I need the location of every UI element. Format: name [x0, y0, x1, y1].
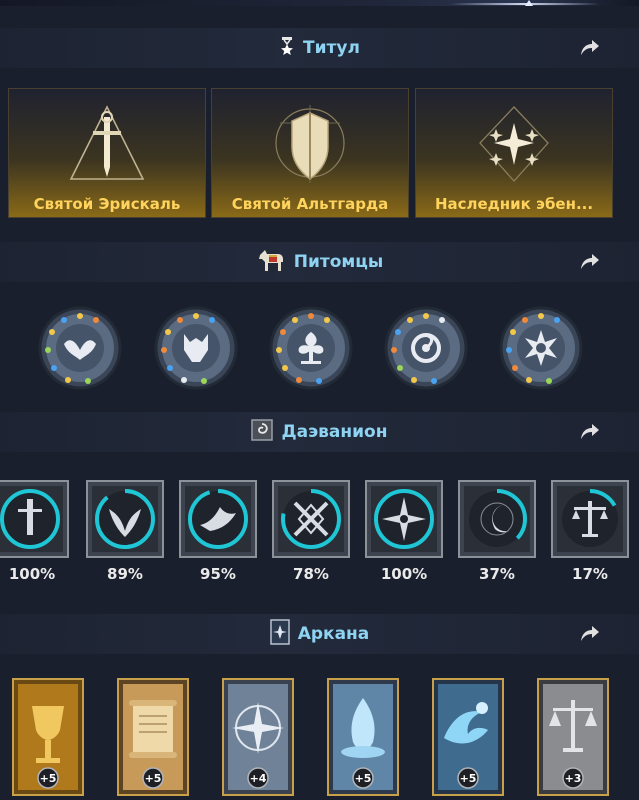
card-icon: [269, 619, 290, 649]
wave-card-icon: +5: [432, 678, 504, 796]
arcana-card[interactable]: +5: [117, 678, 189, 796]
bird-rune-icon: [179, 480, 257, 558]
sun-emblem-icon: [499, 306, 583, 390]
daevanion-slot[interactable]: [271, 479, 351, 559]
scroll-card-icon: +5: [117, 678, 189, 796]
title-card[interactable]: Наследник эбен...: [415, 88, 613, 218]
pet-slot[interactable]: [38, 306, 122, 390]
section-title: Титул: [303, 38, 360, 58]
title-section-header: Титул: [0, 28, 639, 68]
daevanion-slot[interactable]: [0, 479, 70, 559]
pet-slot[interactable]: [269, 306, 353, 390]
arcana-badge: +5: [355, 772, 372, 785]
cross-star-rune-icon: [365, 480, 443, 558]
daevanion-slot[interactable]: [457, 479, 537, 559]
tree-emblem-icon: [269, 306, 353, 390]
daevanion-percent: 95%: [200, 565, 236, 583]
daevanion-slot[interactable]: [178, 479, 258, 559]
arcana-card[interactable]: +5: [12, 678, 84, 796]
title-card[interactable]: Святой Эрискаль: [8, 88, 206, 218]
crossed-swords-rune-icon: [272, 480, 350, 558]
daevanion-rune-icon: [251, 419, 274, 445]
title-label: Святой Эрискаль: [33, 195, 181, 213]
title-label: Наследник эбен...: [434, 195, 594, 213]
title-card[interactable]: Святой Альтгарда: [211, 88, 409, 218]
top-divider: [0, 0, 639, 6]
scales-rune-icon: [551, 480, 629, 558]
daevanion-section-header: Даэванион: [0, 412, 639, 452]
share-icon[interactable]: [579, 624, 601, 644]
arcana-badge: +5: [40, 772, 57, 785]
daevanion-percent: 78%: [293, 565, 329, 583]
arcana-card[interactable]: +5: [327, 678, 399, 796]
scales-card-icon: +3: [537, 678, 609, 796]
wings-emblem-icon: [38, 306, 122, 390]
section-title: Аркана: [297, 624, 370, 644]
crystal-card-icon: +5: [327, 678, 399, 796]
swirl-emblem-icon: [384, 306, 468, 390]
star-diamond-icon: [474, 103, 554, 189]
wings-rune-icon: [86, 480, 164, 558]
compass-card-icon: +4: [222, 678, 294, 796]
daevanion-percent: 89%: [107, 565, 143, 583]
pet-slot[interactable]: [384, 306, 468, 390]
daevanion-slot[interactable]: [550, 479, 630, 559]
arcana-badge: +3: [565, 772, 582, 785]
arcana-card[interactable]: +5: [432, 678, 504, 796]
arcana-card[interactable]: +4: [222, 678, 294, 796]
daevanion-percent: 17%: [572, 565, 608, 583]
daevanion-slot[interactable]: [85, 479, 165, 559]
medal-star-icon: [279, 37, 295, 59]
arcana-card[interactable]: +3: [537, 678, 609, 796]
moon-rune-icon: [458, 480, 536, 558]
chalice-card-icon: +5: [12, 678, 84, 796]
sword-rune-icon: [0, 480, 69, 558]
arcana-badge: +4: [250, 772, 267, 785]
pets-section-header: Питомцы: [0, 242, 639, 282]
pet-slot[interactable]: [499, 306, 583, 390]
daevanion-slot[interactable]: [364, 479, 444, 559]
share-icon[interactable]: [579, 422, 601, 442]
daevanion-percent: 37%: [479, 565, 515, 583]
pet-slot[interactable]: [154, 306, 238, 390]
daevanion-percent: 100%: [380, 565, 428, 583]
title-label: Святой Альтгарда: [231, 195, 389, 213]
sword-triangle-icon: [67, 103, 147, 189]
arcana-badge: +5: [145, 772, 162, 785]
wolf-emblem-icon: [154, 306, 238, 390]
daevanion-percent: 100%: [8, 565, 56, 583]
horse-icon: [256, 247, 286, 277]
arcana-badge: +5: [460, 772, 477, 785]
share-icon[interactable]: [579, 38, 601, 58]
section-title: Даэванион: [281, 422, 388, 442]
share-icon[interactable]: [579, 252, 601, 272]
shield-icon: [270, 103, 350, 189]
arcana-section-header: Аркана: [0, 614, 639, 654]
section-title: Питомцы: [293, 252, 384, 272]
